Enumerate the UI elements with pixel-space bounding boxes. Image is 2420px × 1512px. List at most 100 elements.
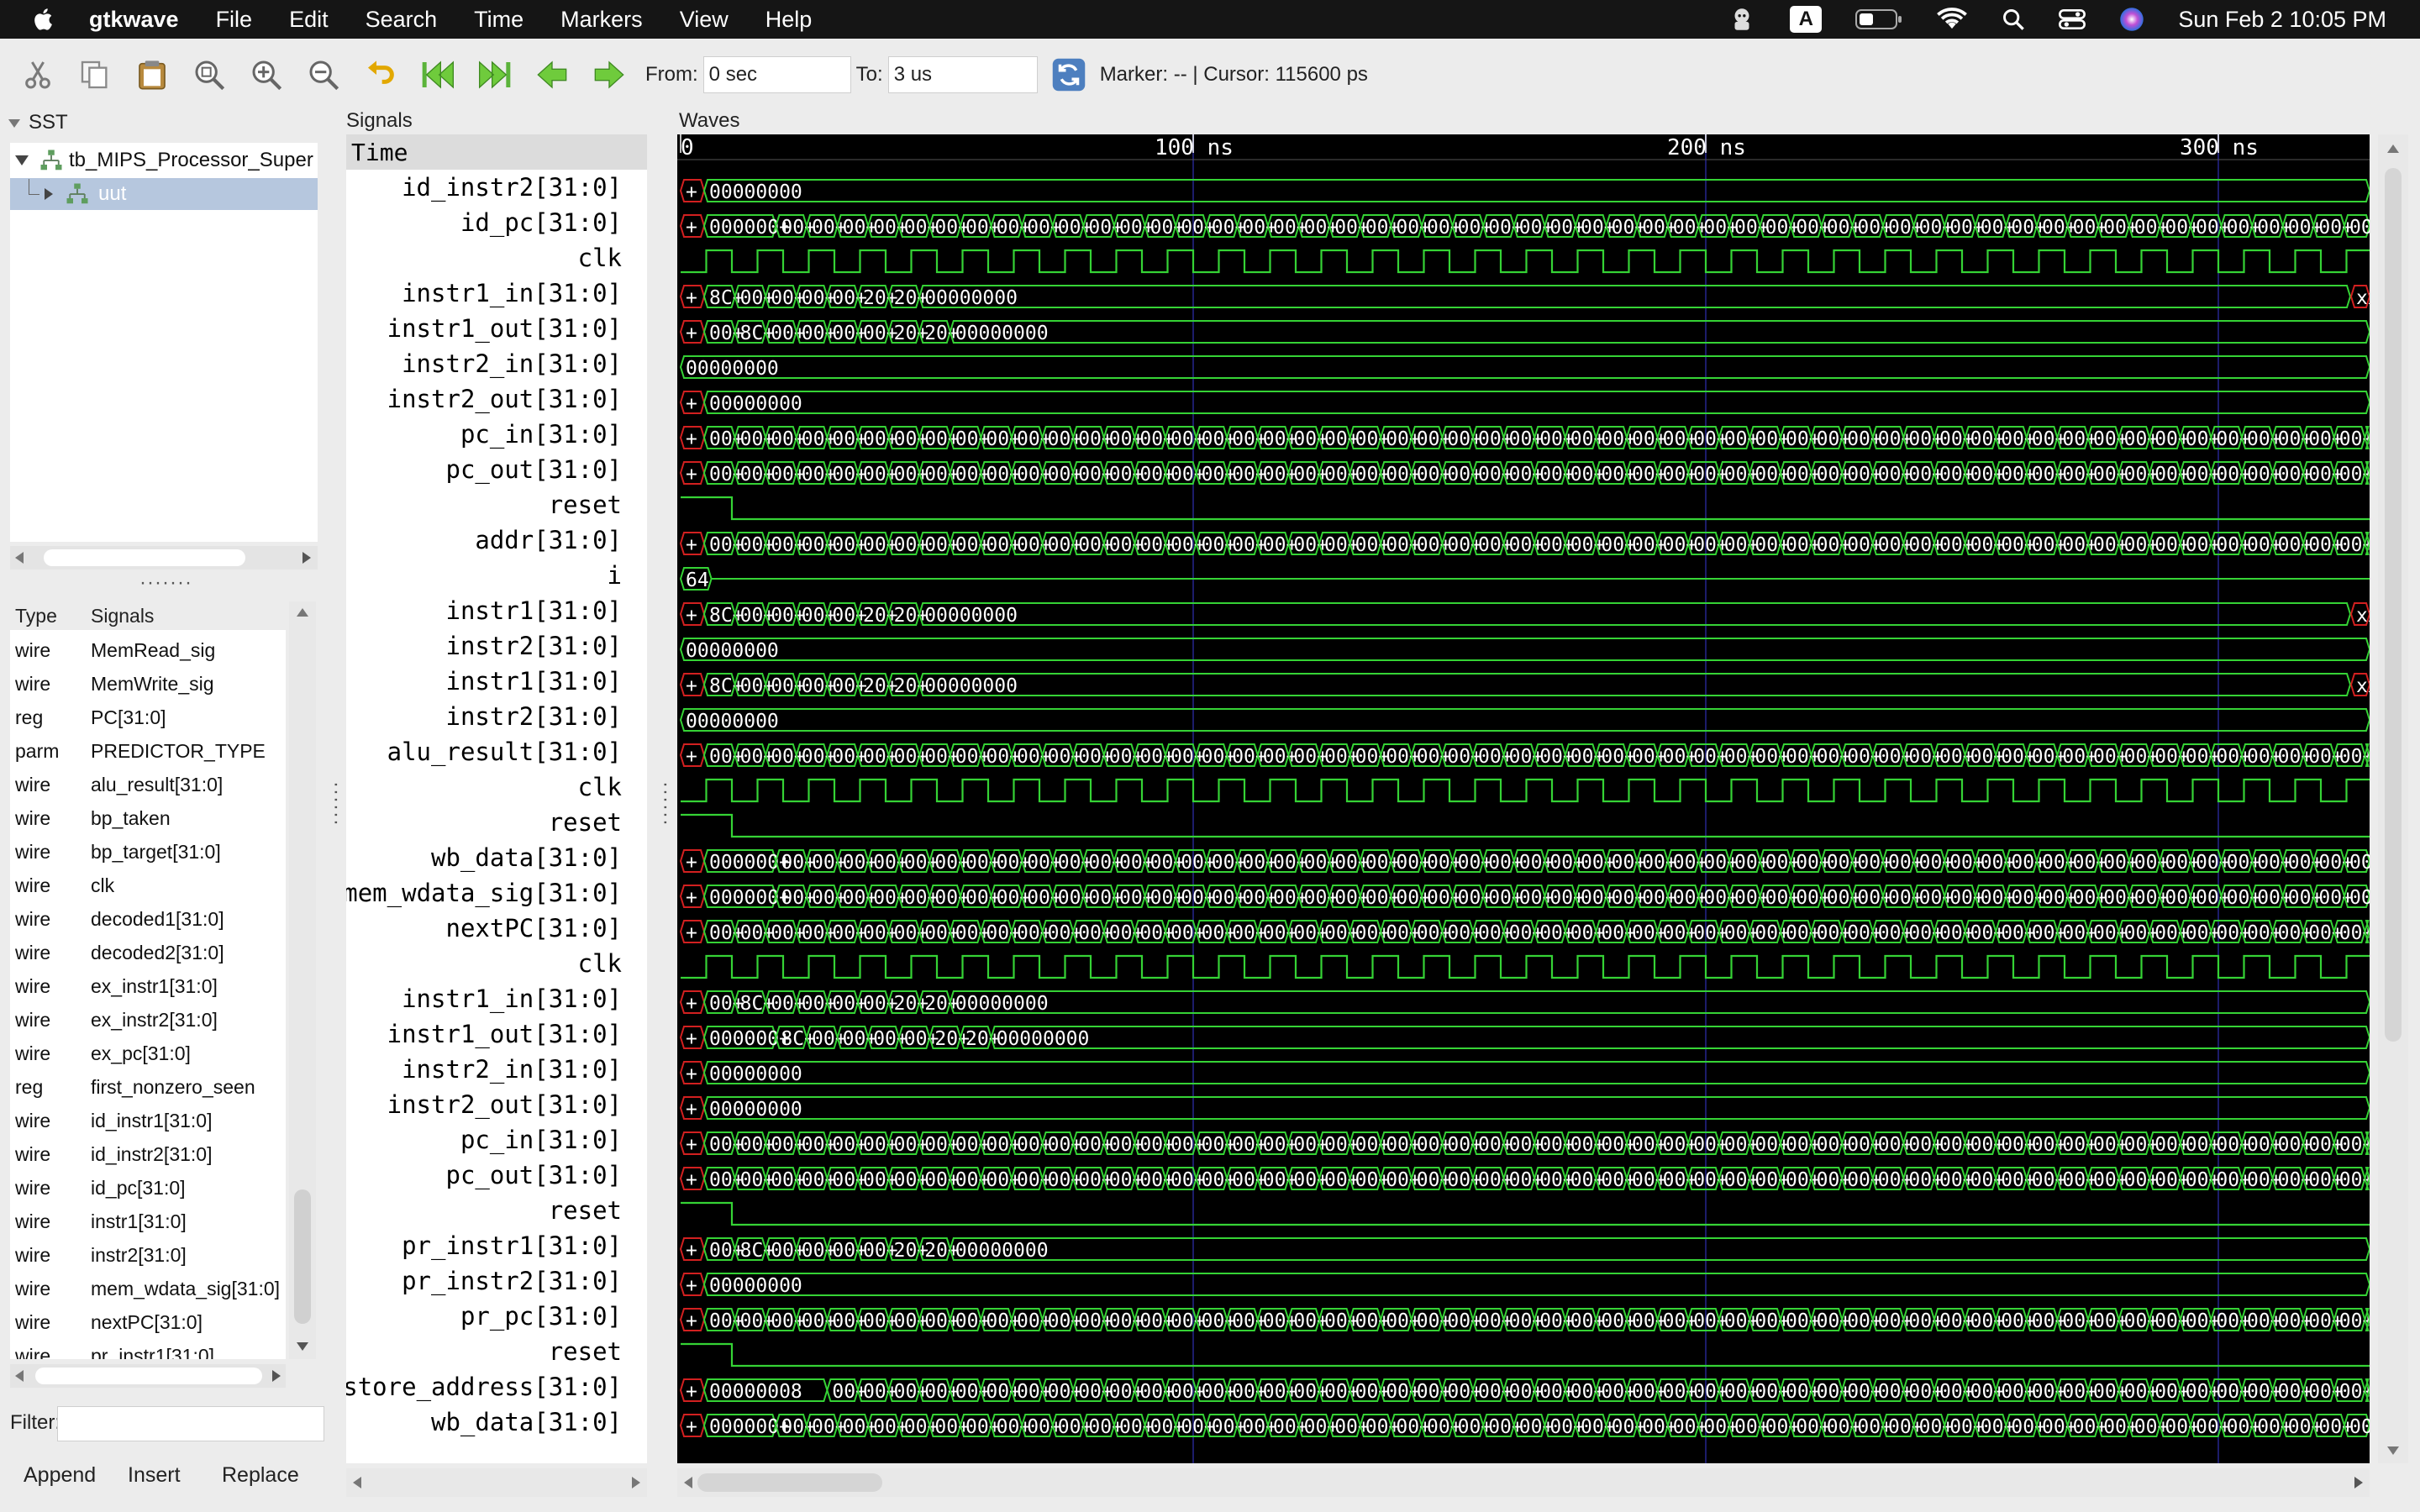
signal-list-row[interactable]: wire pr_instr1[31:0] (10, 1339, 286, 1360)
signal-list-row[interactable]: wire id_pc[31:0] (10, 1171, 286, 1205)
from-input[interactable]: 0 sec (702, 56, 851, 93)
scroll-thumb[interactable] (697, 1473, 882, 1492)
trace-name[interactable]: pc_out[31:0] (445, 452, 622, 487)
signal-names-hscrollbar[interactable] (346, 1468, 647, 1497)
apple-menu-icon[interactable] (32, 7, 57, 32)
tray-app-icon[interactable] (1728, 5, 1756, 34)
trace-name[interactable]: clk (578, 240, 622, 276)
sst-header[interactable]: SST (8, 111, 68, 134)
scroll-left-icon[interactable] (15, 552, 24, 564)
sst-collapse-icon[interactable] (8, 118, 20, 128)
scroll-thumb[interactable] (294, 1189, 311, 1324)
trace-name[interactable]: instr2_out[31:0] (387, 1087, 622, 1122)
trace-name[interactable]: pr_instr1[31:0] (402, 1228, 622, 1263)
trace-name[interactable]: nextPC[31:0] (445, 911, 622, 946)
trace-name[interactable]: addr[31:0] (475, 522, 622, 558)
signal-list[interactable]: Type Signals wire MemRead_sig wire MemWrite… (10, 601, 286, 1359)
trace-name[interactable]: instr1_out[31:0] (387, 1016, 622, 1052)
signal-list-row[interactable]: wire ex_instr1[31:0] (10, 969, 286, 1003)
waveform-canvas[interactable]: 0 100 ns 200 ns 300 ns+ 00000000+ 000000+00+0… (677, 134, 2370, 1463)
signal-list-row[interactable]: wire bp_taken (10, 801, 286, 835)
trace-name[interactable]: reset (549, 805, 622, 840)
signal-list-row[interactable]: wire clk (10, 869, 286, 902)
signal-list-row[interactable]: wire decoded1[31:0] (10, 902, 286, 936)
expand-right-icon[interactable] (45, 188, 53, 200)
control-center-icon[interactable] (2059, 8, 2086, 31)
trace-name[interactable]: mem_wdata_sig[31:0] (346, 875, 622, 911)
signal-list-row[interactable]: wire id_instr1[31:0] (10, 1104, 286, 1137)
scroll-right-icon[interactable] (272, 1370, 281, 1382)
trace-name[interactable]: instr1_in[31:0] (402, 276, 622, 311)
undo-icon[interactable] (361, 55, 400, 94)
menu-markers[interactable]: Markers (560, 7, 643, 33)
tree-row-uut[interactable]: uut (10, 178, 318, 210)
trace-name[interactable]: alu_result[31:0] (387, 734, 622, 769)
signal-list-row[interactable]: wire ex_pc[31:0] (10, 1037, 286, 1070)
cut-icon[interactable] (18, 55, 57, 94)
reload-icon[interactable] (1050, 55, 1088, 94)
jump-start-icon[interactable] (418, 55, 457, 94)
pane-splitter-grip[interactable]: ······ (654, 781, 677, 827)
trace-name[interactable]: instr1[31:0] (445, 593, 622, 628)
signal-list-row[interactable]: parm PREDICTOR_TYPE (10, 734, 286, 768)
menu-time[interactable]: Time (474, 7, 523, 33)
trace-name[interactable]: pc_out[31:0] (445, 1158, 622, 1193)
trace-name[interactable]: instr2_in[31:0] (402, 346, 622, 381)
signal-list-row[interactable]: wire mem_wdata_sig[31:0] (10, 1272, 286, 1305)
scroll-down-icon[interactable] (2387, 1446, 2399, 1455)
signal-list-row[interactable]: reg first_nonzero_seen (10, 1070, 286, 1104)
trace-name[interactable]: wb_data[31:0] (431, 840, 622, 875)
trace-name[interactable]: instr2_in[31:0] (402, 1052, 622, 1087)
trace-name[interactable]: wb_data[31:0] (431, 1404, 622, 1440)
zoom-fit-icon[interactable] (190, 55, 229, 94)
trace-name[interactable]: store_address[31:0] (346, 1369, 622, 1404)
trace-name[interactable]: reset (549, 1193, 622, 1228)
jump-end-icon[interactable] (476, 55, 514, 94)
trace-name[interactable]: pc_in[31:0] (460, 417, 622, 452)
menu-app-name[interactable]: gtkwave (89, 7, 179, 33)
append-button[interactable]: Append (24, 1463, 96, 1488)
menubar-clock[interactable]: Sun Feb 2 10:05 PM (2178, 7, 2386, 33)
signal-names-panel[interactable]: Time id_instr2[31:0] id_pc[31:0] clk instr1… (346, 134, 647, 1463)
signal-list-row[interactable]: wire instr1[31:0] (10, 1205, 286, 1238)
trace-name[interactable]: pr_pc[31:0] (460, 1299, 622, 1334)
signal-list-row[interactable]: wire alu_result[31:0] (10, 768, 286, 801)
zoom-in-icon[interactable] (247, 55, 286, 94)
zoom-out-icon[interactable] (304, 55, 343, 94)
sst-tree[interactable]: tb_MIPS_Processor_Super uut (10, 143, 318, 542)
column-signals[interactable]: Signals (91, 605, 154, 627)
trace-name[interactable]: id_pc[31:0] (460, 205, 622, 240)
scroll-thumb[interactable] (44, 549, 245, 566)
menu-edit[interactable]: Edit (289, 7, 329, 33)
trace-name[interactable]: instr1[31:0] (445, 664, 622, 699)
trace-name[interactable]: reset (549, 1334, 622, 1369)
trace-name[interactable]: instr2_out[31:0] (387, 381, 622, 417)
scroll-right-icon[interactable] (632, 1477, 640, 1488)
scroll-left-icon[interactable] (15, 1370, 24, 1382)
signal-list-row[interactable]: wire MemWrite_sig (10, 667, 286, 701)
trace-name[interactable]: instr2[31:0] (445, 699, 622, 734)
next-edge-icon[interactable] (590, 55, 629, 94)
scroll-thumb[interactable] (35, 1368, 262, 1384)
signal-list-row[interactable]: wire MemRead_sig (10, 633, 286, 667)
menu-view[interactable]: View (680, 7, 729, 33)
signal-list-row[interactable]: wire nextPC[31:0] (10, 1305, 286, 1339)
scroll-down-icon[interactable] (297, 1342, 308, 1351)
paste-icon[interactable] (133, 55, 171, 94)
trace-name[interactable]: pc_in[31:0] (460, 1122, 622, 1158)
signal-list-row[interactable]: wire instr2[31:0] (10, 1238, 286, 1272)
trace-name[interactable]: instr1_in[31:0] (402, 981, 622, 1016)
waveform-view[interactable]: 0 100 ns 200 ns 300 ns +00000000 +000000+ 00+ 0… (677, 134, 2370, 1463)
sst-hscrollbar[interactable] (10, 546, 318, 570)
scroll-left-icon[interactable] (353, 1477, 361, 1488)
signal-list-row[interactable]: wire bp_target[31:0] (10, 835, 286, 869)
scroll-right-icon[interactable] (2354, 1477, 2363, 1488)
signal-list-row[interactable]: wire decoded2[31:0] (10, 936, 286, 969)
column-type[interactable]: Type (15, 605, 57, 627)
trace-name[interactable]: id_instr2[31:0] (402, 170, 622, 205)
scroll-right-icon[interactable] (302, 552, 311, 564)
filter-input[interactable] (57, 1406, 324, 1441)
trace-name[interactable]: instr2[31:0] (445, 628, 622, 664)
to-input[interactable]: 3 us (887, 56, 1038, 93)
replace-button[interactable]: Replace (222, 1463, 299, 1488)
